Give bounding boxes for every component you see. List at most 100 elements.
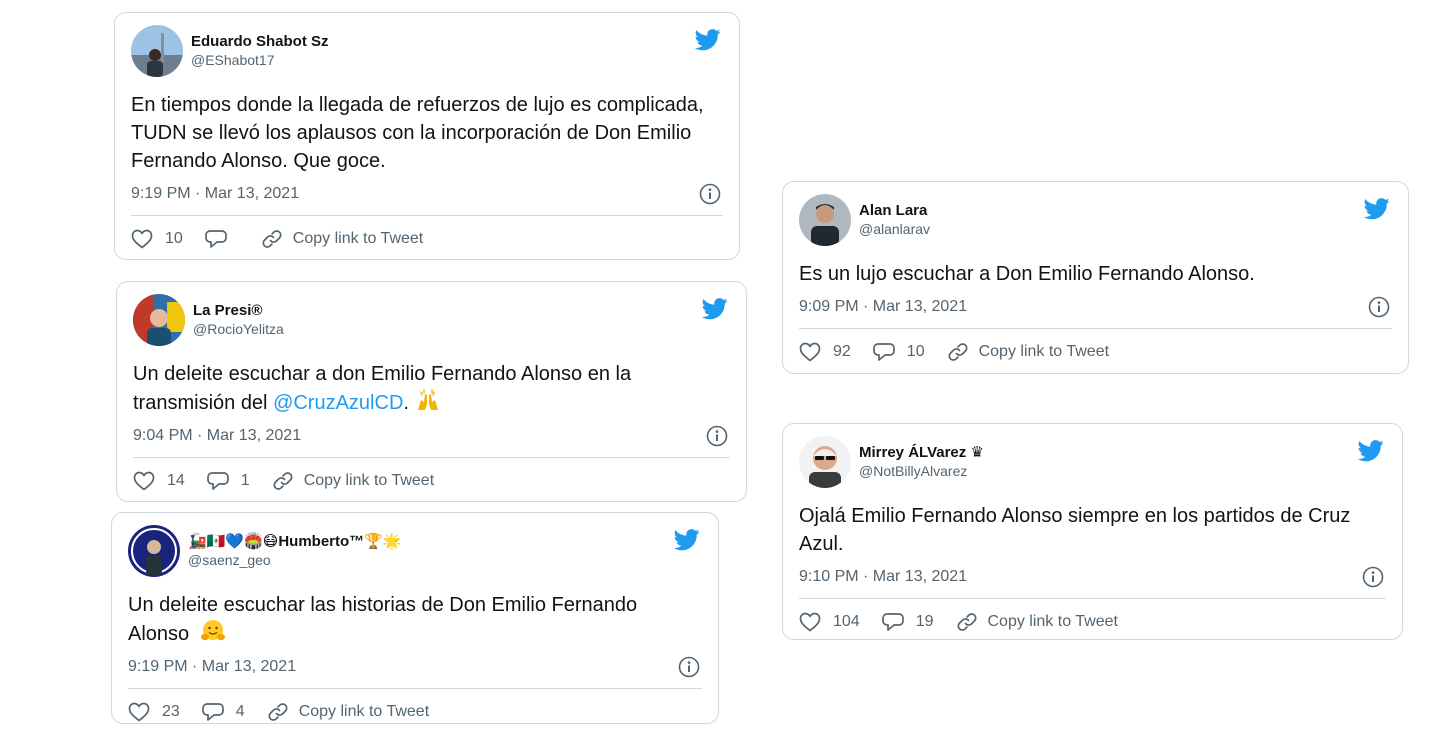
info-icon[interactable] [678, 656, 700, 678]
heart-icon [799, 342, 821, 362]
author-names[interactable]: 🚂🇲🇽💙🏟️😷Humberto™🏆🌟 @saenz_geo [188, 533, 402, 569]
tweet-header: Mirrey ÁLVarez ♛ @NotBillyAlvarez [799, 436, 1386, 488]
reply-bubble-icon [206, 472, 229, 490]
tweet-header: Alan Lara @alanlarav [799, 194, 1392, 246]
tweet-header: Eduardo Shabot Sz @EShabot17 [131, 25, 723, 77]
avatar[interactable] [133, 294, 185, 346]
timestamp[interactable]: 9:19 PM · Mar 13, 2021 [131, 185, 299, 202]
tweet-text-after: . [403, 392, 415, 414]
heart-icon [799, 612, 821, 632]
tweet-card-alanlarav[interactable]: Alan Lara @alanlarav Es un lujo escuchar… [782, 181, 1409, 374]
tweet-text: Un deleite escuchar las historias de Don… [128, 591, 702, 648]
info-icon[interactable] [699, 183, 721, 205]
reply-count: 19 [915, 613, 934, 630]
like-button[interactable]: 14 [133, 471, 185, 491]
avatar[interactable] [799, 194, 851, 246]
author-names[interactable]: Alan Lara @alanlarav [859, 202, 930, 238]
copy-link-button[interactable]: Copy link to Tweet [956, 611, 1118, 633]
info-icon[interactable] [1362, 566, 1384, 588]
tweet-card-saenz-geo[interactable]: 🚂🇲🇽💙🏟️😷Humberto™🏆🌟 @saenz_geo Un deleite… [111, 512, 719, 724]
reply-bubble-icon [201, 703, 224, 721]
handle[interactable]: @alanlarav [859, 220, 930, 238]
copy-link-button[interactable]: Copy link to Tweet [272, 470, 434, 492]
tweet-meta: 9:09 PM · Mar 13, 2021 [799, 294, 1392, 320]
tweet-card-rocioyelitza[interactable]: La Presi® @RocioYelitza Un deleite escuc… [116, 281, 747, 502]
reply-bubble-icon [881, 613, 904, 631]
copy-link-label: Copy link to Tweet [978, 343, 1110, 360]
handle[interactable]: @EShabot17 [191, 51, 329, 69]
avatar[interactable] [799, 436, 851, 488]
tweet-text: Un deleite escuchar a don Emilio Fernand… [133, 360, 730, 417]
timestamp[interactable]: 9:09 PM · Mar 13, 2021 [799, 298, 967, 315]
copy-link-label: Copy link to Tweet [303, 472, 435, 489]
timestamp[interactable]: 9:19 PM · Mar 13, 2021 [128, 658, 296, 675]
reply-button[interactable]: 19 [881, 612, 934, 632]
tweet-actions: 10 Copy link to Tweet [131, 216, 723, 262]
tweet-text: En tiempos donde la llegada de refuerzos… [131, 94, 709, 172]
tweet-meta: 9:04 PM · Mar 13, 2021 [133, 423, 730, 449]
reply-count: 1 [240, 472, 250, 489]
handle[interactable]: @RocioYelitza [193, 320, 284, 338]
handle[interactable]: @saenz_geo [188, 551, 402, 569]
like-button[interactable]: 10 [131, 229, 183, 249]
heart-icon [133, 471, 155, 491]
like-button[interactable]: 104 [799, 612, 860, 632]
timestamp[interactable]: 9:10 PM · Mar 13, 2021 [799, 568, 967, 585]
handle[interactable]: @NotBillyAlvarez [859, 462, 984, 480]
like-button[interactable]: 92 [799, 342, 851, 362]
display-name[interactable]: Alan Lara [859, 202, 930, 220]
reply-button[interactable]: 1 [206, 471, 250, 491]
raising-hands-icon [417, 389, 438, 410]
tweet-text: Es un lujo escuchar a Don Emilio Fernand… [799, 263, 1255, 285]
tweet-card-notbillyalvarez[interactable]: Mirrey ÁLVarez ♛ @NotBillyAlvarez Ojalá … [782, 423, 1403, 640]
tweet-actions: 104 19 Copy link to Tweet [799, 599, 1386, 645]
hugging-face-icon [201, 620, 226, 641]
link-icon [948, 343, 968, 361]
info-icon[interactable] [706, 425, 728, 447]
avatar[interactable] [131, 25, 183, 77]
twitter-bird-icon[interactable] [1364, 198, 1390, 220]
author-names[interactable]: Mirrey ÁLVarez ♛ @NotBillyAlvarez [859, 444, 984, 480]
reply-button[interactable] [204, 229, 239, 249]
timestamp[interactable]: 9:04 PM · Mar 13, 2021 [133, 427, 301, 444]
twitter-bird-icon[interactable] [1358, 440, 1384, 462]
display-name[interactable]: 🚂🇲🇽💙🏟️😷Humberto™🏆🌟 [188, 533, 402, 551]
display-name[interactable]: Eduardo Shabot Sz [191, 33, 329, 51]
tweet-actions: 14 1 Copy link to Tweet [133, 458, 730, 504]
twitter-bird-icon[interactable] [695, 29, 721, 51]
like-count: 14 [167, 472, 185, 489]
copy-link-button[interactable]: Copy link to Tweet [947, 341, 1109, 363]
reply-count: 10 [906, 343, 925, 360]
tweet-actions: 92 10 Copy link to Tweet [799, 329, 1392, 375]
link-icon [262, 230, 282, 248]
link-icon [956, 613, 977, 631]
tweet-header: 🚂🇲🇽💙🏟️😷Humberto™🏆🌟 @saenz_geo [128, 525, 702, 577]
info-icon[interactable] [1368, 296, 1390, 318]
display-name[interactable]: Mirrey ÁLVarez ♛ [859, 444, 984, 462]
tweet-actions: 23 4 Copy link to Tweet [128, 689, 702, 735]
tweet-text: Ojalá Emilio Fernando Alonso siempre en … [799, 505, 1355, 555]
reply-button[interactable]: 4 [201, 702, 245, 722]
copy-link-button[interactable]: Copy link to Tweet [261, 228, 423, 250]
heart-icon [131, 229, 153, 249]
display-name[interactable]: La Presi® [193, 302, 284, 320]
reply-count: 4 [235, 703, 245, 720]
link-icon [273, 472, 293, 490]
twitter-bird-icon[interactable] [674, 529, 700, 551]
tweet-header: La Presi® @RocioYelitza [133, 294, 730, 346]
copy-link-label: Copy link to Tweet [987, 613, 1118, 630]
reply-bubble-icon [872, 343, 895, 361]
reply-bubble-icon [204, 230, 227, 248]
like-count: 92 [833, 343, 851, 360]
reply-button[interactable]: 10 [872, 342, 925, 362]
like-button[interactable]: 23 [128, 702, 180, 722]
tweet-meta: 9:19 PM · Mar 13, 2021 [131, 181, 723, 207]
twitter-bird-icon[interactable] [702, 298, 728, 320]
tweet-card-eshabot[interactable]: Eduardo Shabot Sz @EShabot17 En tiempos … [114, 12, 740, 260]
tweet-meta: 9:10 PM · Mar 13, 2021 [799, 564, 1386, 590]
author-names[interactable]: La Presi® @RocioYelitza [193, 302, 284, 338]
mention-link[interactable]: @CruzAzulCD [273, 392, 403, 414]
like-count: 23 [162, 703, 180, 720]
avatar[interactable] [128, 525, 180, 577]
author-names[interactable]: Eduardo Shabot Sz @EShabot17 [191, 33, 329, 69]
